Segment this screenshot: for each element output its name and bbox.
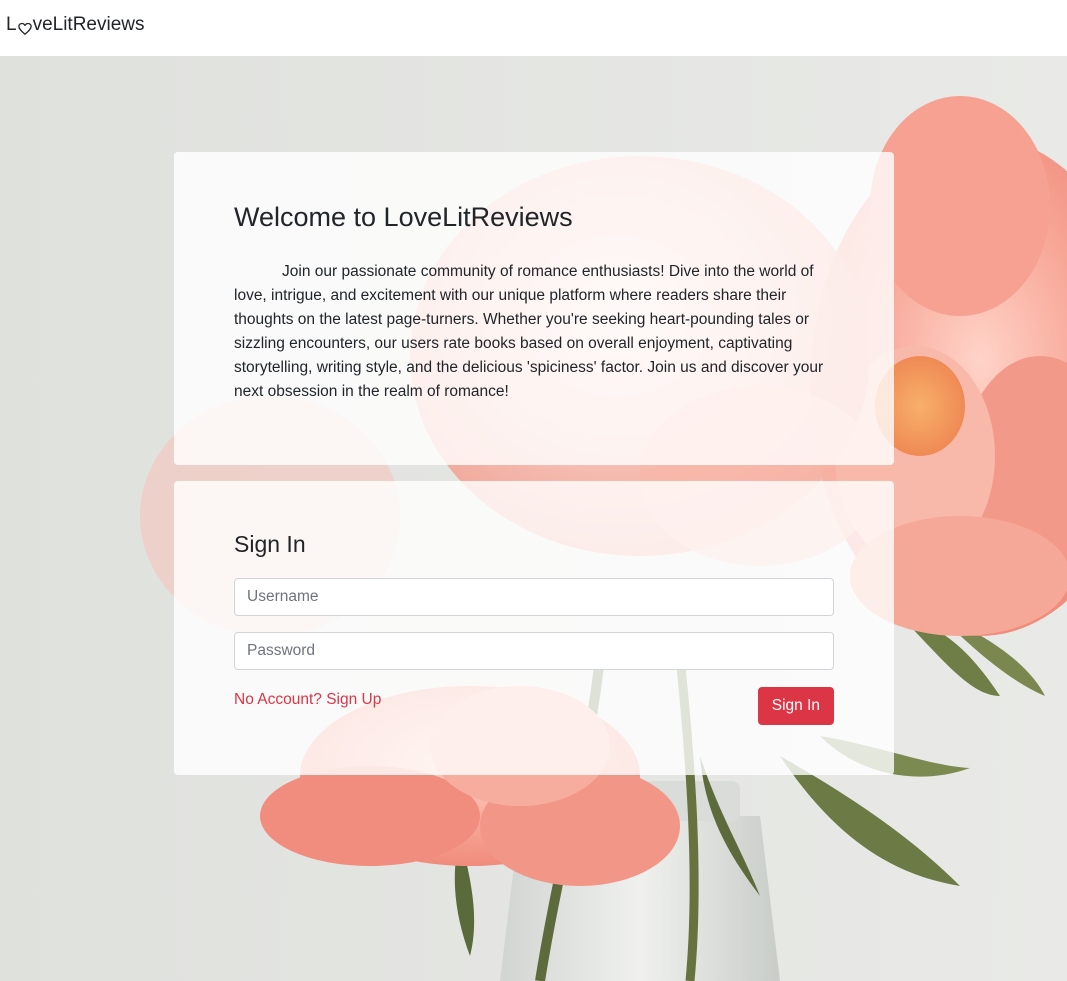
username-input[interactable]: [234, 578, 834, 616]
navbar: L veLitReviews: [0, 0, 1067, 56]
signup-link[interactable]: No Account? Sign Up: [234, 691, 381, 709]
signin-form: No Account? Sign Up Sign In: [234, 578, 834, 726]
brand-logo-link[interactable]: L veLitReviews: [6, 13, 145, 37]
signin-button[interactable]: Sign In: [757, 687, 834, 725]
heart-outline-icon: [17, 19, 32, 35]
signin-card: Sign In No Account? Sign Up Sign In: [174, 481, 894, 775]
password-input[interactable]: [234, 632, 834, 670]
signin-title: Sign In: [234, 531, 306, 557]
welcome-title: Welcome to LoveLitReviews: [234, 202, 573, 232]
hero-section: Welcome to LoveLitReviews Join our passi…: [0, 56, 1067, 981]
welcome-description: Join our passionate community of romance…: [234, 263, 824, 400]
signin-actions: No Account? Sign Up Sign In: [234, 686, 834, 726]
brand-suffix: veLitReviews: [32, 14, 145, 35]
welcome-card: Welcome to LoveLitReviews Join our passi…: [174, 152, 894, 465]
brand-prefix: L: [6, 14, 17, 35]
